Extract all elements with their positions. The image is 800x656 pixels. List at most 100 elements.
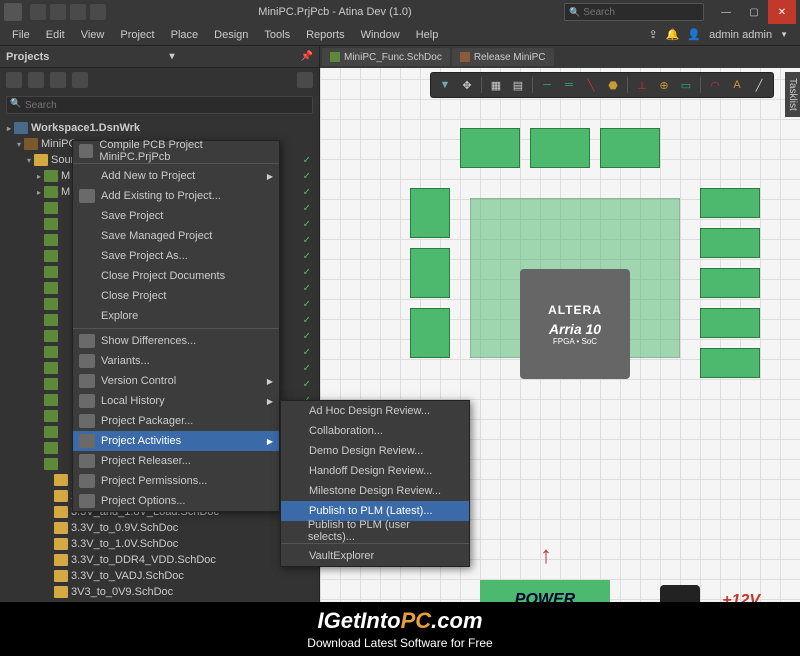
context-menu-item[interactable]: VaultExplorer <box>281 546 469 566</box>
projects-panel-header: Projects ▾ 📌 <box>0 46 319 68</box>
wire-icon[interactable]: ─ <box>537 75 557 95</box>
share-icon[interactable]: ⇪ <box>648 28 657 41</box>
submenu-arrow-icon: ▶ <box>267 397 273 406</box>
context-menu-item[interactable]: Project Activities▶ <box>73 431 279 451</box>
pin-icon[interactable]: 📌 <box>301 51 313 62</box>
arrow-up-icon: ↑ <box>540 542 552 570</box>
select-icon[interactable]: ▼ <box>435 75 455 95</box>
menu-place[interactable]: Place <box>163 27 207 43</box>
user-dropdown-icon[interactable]: ▼ <box>780 30 788 39</box>
context-menu-item[interactable]: Collaboration... <box>281 421 469 441</box>
menu-item-label: Project Activities <box>101 435 181 447</box>
tree-file[interactable]: 3.3V_to_1.0V.SchDoc <box>0 536 319 552</box>
menu-edit[interactable]: Edit <box>38 27 73 43</box>
context-menu-item[interactable]: Save Project As... <box>73 246 279 266</box>
sheet-icon[interactable]: ▭ <box>676 75 696 95</box>
context-menu-item[interactable]: Compile PCB Project MiniPC.PrjPcb <box>73 141 279 161</box>
menu-tools[interactable]: Tools <box>256 27 298 43</box>
qat-print-icon[interactable] <box>70 4 86 20</box>
context-menu-item[interactable]: Save Managed Project <box>73 226 279 246</box>
menu-help[interactable]: Help <box>408 27 447 43</box>
menu-item-label: Publish to PLM (Latest)... <box>309 505 433 517</box>
context-menu-item[interactable]: Version Control▶ <box>73 371 279 391</box>
menu-item-icon <box>287 464 303 478</box>
net-icon[interactable]: ╲ <box>581 75 601 95</box>
context-menu-item[interactable]: Variants... <box>73 351 279 371</box>
submenu-arrow-icon: ▶ <box>267 172 273 181</box>
tree-workspace[interactable]: ▸Workspace1.DsnWrk <box>0 120 319 136</box>
tb-settings-icon[interactable] <box>72 72 88 88</box>
menu-item-label: Add Existing to Project... <box>101 190 221 202</box>
context-menu-item[interactable]: Show Differences... <box>73 331 279 351</box>
menubar: File Edit View Project Place Design Tool… <box>0 24 800 46</box>
context-menu-item[interactable]: Add New to Project▶ <box>73 166 279 186</box>
tb-home-icon[interactable] <box>6 72 22 88</box>
chevron-down-icon[interactable]: ▾ <box>169 51 174 62</box>
menu-item-icon <box>79 209 95 223</box>
tree-file[interactable]: 3.3V_to_0.9V.SchDoc <box>0 520 319 536</box>
tasklist-tab[interactable]: Tasklist <box>785 72 800 117</box>
maximize-button[interactable]: ▢ <box>740 0 768 24</box>
menu-item-icon <box>79 374 95 388</box>
floating-toolbar[interactable]: ▼ ✥ ▦ ▤ ─ ═ ╲ ⬣ ⊥ ⊕ ▭ ◠ A ╱ <box>430 72 774 98</box>
doc-tab[interactable]: MiniPC_Func.SchDoc <box>322 48 450 66</box>
global-search-input[interactable] <box>583 7 699 18</box>
menu-view[interactable]: View <box>73 27 113 43</box>
menu-item-label: Collaboration... <box>309 425 383 437</box>
context-menu-item[interactable]: Handoff Design Review... <box>281 461 469 481</box>
tb-options-icon[interactable] <box>297 72 313 88</box>
context-menu-item[interactable]: Explore <box>73 306 279 326</box>
context-menu-item[interactable]: Close Project Documents <box>73 266 279 286</box>
menu-item-icon <box>79 434 95 448</box>
context-menu-item[interactable]: Project Permissions... <box>73 471 279 491</box>
context-menu-item[interactable]: Publish to PLM (user selects)... <box>281 521 469 541</box>
line-icon[interactable]: ╱ <box>749 75 769 95</box>
context-menu-item[interactable]: Publish to PLM (Latest)... <box>281 501 469 521</box>
power-icon[interactable]: ⊥ <box>632 75 652 95</box>
global-search[interactable]: 🔍 <box>564 3 704 21</box>
notification-icon[interactable]: 🔔 <box>666 28 680 41</box>
context-menu-item[interactable]: Project Options... <box>73 491 279 511</box>
context-menu-item[interactable]: Save Project <box>73 206 279 226</box>
qat-dropdown-icon[interactable] <box>90 4 106 20</box>
context-menu-item[interactable]: Ad Hoc Design Review... <box>281 401 469 421</box>
context-menu-item[interactable]: Project Releaser... <box>73 451 279 471</box>
text-icon[interactable]: A <box>727 75 747 95</box>
doc-tab[interactable]: Release MiniPC <box>452 48 554 66</box>
context-menu-item[interactable]: Milestone Design Review... <box>281 481 469 501</box>
tree-file[interactable]: 3.3V_to_DDR4_VDD.SchDoc <box>0 552 319 568</box>
close-button[interactable]: ✕ <box>768 0 796 24</box>
menu-item-label: Save Project <box>101 210 163 222</box>
menu-file[interactable]: File <box>4 27 38 43</box>
minimize-button[interactable]: — <box>712 0 740 24</box>
arc-icon[interactable]: ◠ <box>705 75 725 95</box>
tb-refresh-icon[interactable] <box>28 72 44 88</box>
context-menu-item[interactable]: Demo Design Review... <box>281 441 469 461</box>
qat-open-icon[interactable] <box>50 4 66 20</box>
move-icon[interactable]: ✥ <box>457 75 477 95</box>
menu-window[interactable]: Window <box>353 27 408 43</box>
menu-project[interactable]: Project <box>112 27 162 43</box>
menu-design[interactable]: Design <box>206 27 256 43</box>
align-icon[interactable]: ▤ <box>508 75 528 95</box>
grid-icon[interactable]: ▦ <box>486 75 506 95</box>
qat-save-icon[interactable] <box>30 4 46 20</box>
menu-item-label: Save Project As... <box>101 250 188 262</box>
projects-search-input[interactable] <box>6 96 313 114</box>
user-icon[interactable]: 👤 <box>687 28 701 41</box>
tb-vault-icon[interactable] <box>50 72 66 88</box>
part-icon[interactable]: ⊕ <box>654 75 674 95</box>
context-menu-item[interactable]: Close Project <box>73 286 279 306</box>
tree-file[interactable]: 3V3_to_0V9.SchDoc <box>0 584 319 600</box>
menu-item-icon <box>79 249 95 263</box>
tree-file[interactable]: 3.3V_to_VADJ.SchDoc <box>0 568 319 584</box>
menu-reports[interactable]: Reports <box>298 27 353 43</box>
context-menu-item[interactable]: Local History▶ <box>73 391 279 411</box>
menu-item-icon <box>287 404 303 418</box>
context-menu-item[interactable]: Add Existing to Project... <box>73 186 279 206</box>
port-icon[interactable]: ⬣ <box>603 75 623 95</box>
user-label[interactable]: admin admin <box>709 29 772 41</box>
context-menu-item[interactable]: Project Packager... <box>73 411 279 431</box>
bus-icon[interactable]: ═ <box>559 75 579 95</box>
menu-item-label: Compile PCB Project MiniPC.PrjPcb <box>99 139 259 163</box>
